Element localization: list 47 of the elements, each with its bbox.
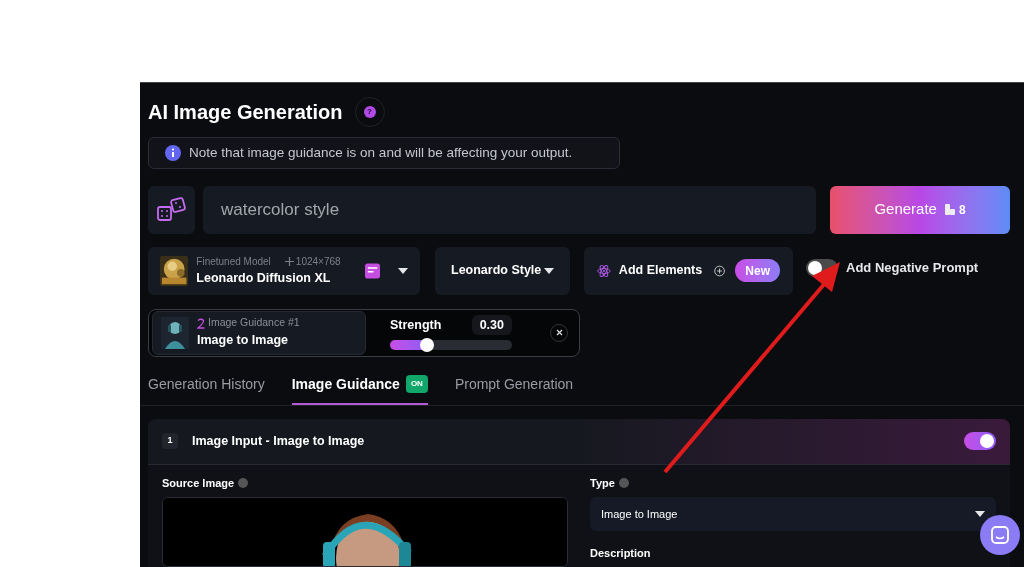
strength-label: Strength [390,316,442,334]
tab[interactable]: Generation History [148,371,265,405]
page-title: AI Image Generation [148,100,343,125]
caret-icon [975,511,985,517]
elements-panel[interactable]: Add Elements New [584,246,793,295]
guidance-image-card[interactable]: Image Guidance #1 Image to Image [152,310,366,355]
random-prompt-button[interactable] [148,185,195,234]
model-name: Leonardo Diffusion XL [196,269,332,287]
model-size: 1024×768 [284,253,341,269]
caret-icon [544,267,554,274]
tab[interactable]: Prompt Generation [454,371,574,405]
source-image-label: Source Image [162,475,235,491]
move-icon [284,256,294,266]
type-dropdown[interactable]: Image to Image [590,497,996,531]
new-badge: New [735,259,780,283]
prompt-field[interactable]: watercolor style [203,185,816,234]
model-selector[interactable]: Finetuned Model 1024×768 Leonardo Diffusion XL [148,246,420,295]
dice-icon [156,196,187,223]
notice-text: Note that image guidance is on and will be affecting your output. [189,143,573,162]
section-toggle[interactable] [964,432,996,450]
section-title: Image Input - Image to Image [192,432,365,450]
note-icon [364,262,380,279]
generate-button[interactable]: Generate 8 [830,185,1010,234]
token-icon [944,204,955,216]
caret-icon [398,267,408,274]
strength-slider[interactable] [390,340,512,351]
tab[interactable]: Image Guidance ON [291,371,428,405]
help-icon[interactable]: ? [363,106,376,118]
description-label: Description [590,546,652,561]
plus-circle-icon[interactable] [714,262,726,279]
add-elements-label: Add Elements [618,262,703,280]
guidance-caption: Image Guidance #1 [208,315,300,331]
info-icon [165,144,181,161]
strength-value: 0.30 [471,315,512,336]
help-icon[interactable] [618,477,629,488]
on-badge: ON [405,375,428,393]
help-icon[interactable] [238,477,249,488]
guidance-type: Image to Image [197,332,289,350]
guidance-icon [197,317,205,329]
model-caption: Finetuned Model [196,254,271,269]
negative-prompt-label: Add Negative Prompt [846,259,979,278]
close-icon [555,329,563,337]
style-dropdown[interactable]: Leonardo Style [435,246,570,295]
type-label: Type [590,475,615,491]
chat-icon [991,526,1009,544]
slider-thumb[interactable] [419,338,434,353]
step-number: 1 [162,433,178,449]
